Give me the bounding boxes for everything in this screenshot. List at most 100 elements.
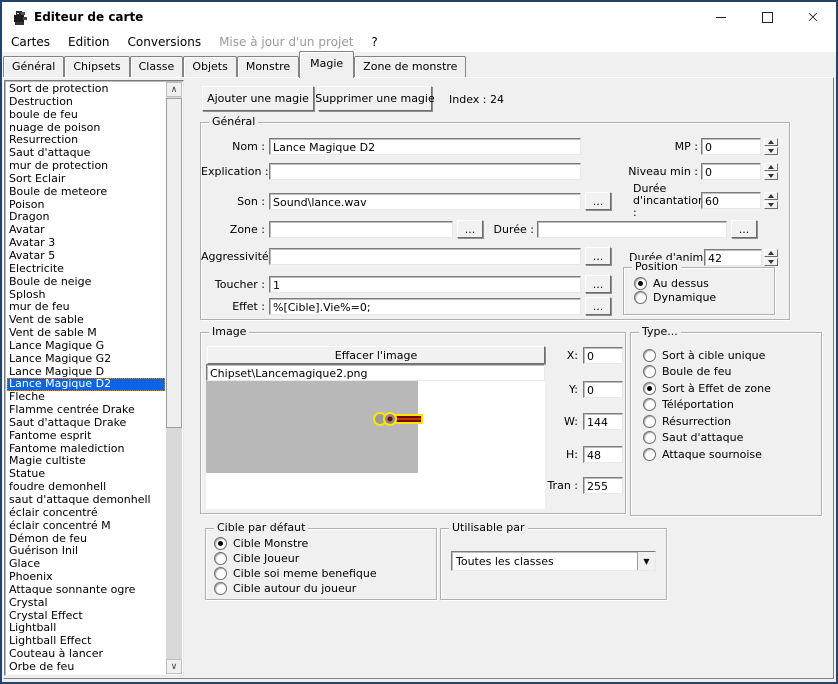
- mp-spinner[interactable]: [764, 138, 778, 155]
- list-item[interactable]: Attaque sonnante ogre: [7, 584, 165, 597]
- radio-option[interactable]: Résurrection: [643, 413, 817, 430]
- list-item[interactable]: Boule de meteore: [7, 186, 165, 199]
- list-item[interactable]: Magie cultiste: [7, 455, 165, 468]
- list-item[interactable]: Lightball Effect: [7, 635, 165, 648]
- list-item[interactable]: Lance Magique G: [7, 340, 165, 353]
- scroll-up-button[interactable]: ∧: [166, 82, 182, 97]
- list-item[interactable]: Démon de feu: [7, 533, 165, 546]
- list-item[interactable]: Sort Eclair: [7, 173, 165, 186]
- combo-dropdown-button[interactable]: ▼: [637, 552, 655, 570]
- list-item[interactable]: Boule de neige: [7, 276, 165, 289]
- clear-image-button[interactable]: Effacer l'image: [207, 346, 545, 364]
- zone-field[interactable]: [269, 221, 453, 238]
- list-item[interactable]: Saut d'attaque Drake: [7, 417, 165, 430]
- list-item[interactable]: boule de feu: [7, 109, 165, 122]
- list-item[interactable]: Orbe de feu: [7, 661, 165, 674]
- menu-item[interactable]: Edition: [59, 32, 119, 52]
- anim-spinner[interactable]: [764, 249, 778, 266]
- list-item[interactable]: nuage de poison: [7, 122, 165, 135]
- list-item[interactable]: Crystal: [7, 597, 165, 610]
- list-item[interactable]: éclair concentré: [7, 507, 165, 520]
- tab[interactable]: Magie: [299, 51, 354, 78]
- menu-item[interactable]: Mise à jour d'un projet: [210, 32, 362, 52]
- spin-down-icon[interactable]: [764, 258, 778, 266]
- image-path-field[interactable]: Chipset\Lancemagique2.png: [206, 364, 545, 381]
- menu-item[interactable]: ?: [362, 32, 386, 52]
- list-item[interactable]: Poison: [7, 199, 165, 212]
- list-item[interactable]: éclair concentré M: [7, 520, 165, 533]
- radio-option[interactable]: Cible autour du joueur: [214, 581, 432, 596]
- radio-option[interactable]: Cible Monstre: [214, 536, 432, 551]
- list-item[interactable]: Destruction: [7, 96, 165, 109]
- list-item[interactable]: Fantome esprit: [7, 430, 165, 443]
- list-item[interactable]: Couteau à lancer: [7, 648, 165, 661]
- scroll-down-button[interactable]: ∨: [166, 659, 182, 674]
- list-item[interactable]: Lance Magique D: [7, 366, 165, 379]
- tab[interactable]: Chipsets: [64, 56, 129, 77]
- radio-option[interactable]: Dynamique: [634, 290, 770, 304]
- incantation-field[interactable]: 60: [701, 192, 761, 209]
- effet-field[interactable]: %[Cible].Vie%=0;: [269, 298, 581, 315]
- list-item[interactable]: Electricite: [7, 263, 165, 276]
- list-item[interactable]: mur de protection: [7, 160, 165, 173]
- list-item[interactable]: Flamme centrée Drake: [7, 404, 165, 417]
- list-item[interactable]: Guérison Inil: [7, 545, 165, 558]
- tab[interactable]: Classe: [130, 56, 184, 77]
- radio-option[interactable]: Cible Joueur: [214, 551, 432, 566]
- radio-option[interactable]: Boule de feu: [643, 364, 817, 381]
- tran-field[interactable]: 255: [583, 477, 623, 494]
- radio-option[interactable]: Téléportation: [643, 397, 817, 414]
- list-item[interactable]: Resurrection: [7, 134, 165, 147]
- list-item[interactable]: Crystal Effect: [7, 610, 165, 623]
- list-item[interactable]: Lance Magique G2: [7, 353, 165, 366]
- list-item[interactable]: Avatar 5: [7, 250, 165, 263]
- list-item[interactable]: saut d'attaque demonhell: [7, 494, 165, 507]
- explication-field[interactable]: [269, 163, 581, 180]
- list-item[interactable]: Lance Magique D2: [7, 378, 165, 391]
- mp-field[interactable]: 0: [701, 138, 761, 155]
- toucher-browse-button[interactable]: ...: [585, 275, 611, 293]
- spin-down-icon[interactable]: [764, 172, 778, 180]
- list-item[interactable]: Vent de sable: [7, 314, 165, 327]
- duree-browse-button[interactable]: ...: [731, 220, 757, 238]
- list-item[interactable]: Sort de protection: [7, 83, 165, 96]
- radio-option[interactable]: Sort à Effet de zone: [643, 380, 817, 397]
- list-item[interactable]: Vent de sable M: [7, 327, 165, 340]
- son-browse-button[interactable]: ...: [585, 192, 611, 210]
- list-item[interactable]: Splosh: [7, 289, 165, 302]
- effet-browse-button[interactable]: ...: [585, 297, 611, 315]
- list-item[interactable]: Fantome malediction: [7, 443, 165, 456]
- class-combobox[interactable]: Toutes les classes ▼: [451, 551, 656, 571]
- aggressivite-browse-button[interactable]: ...: [585, 247, 611, 265]
- w-field[interactable]: 144: [583, 413, 623, 430]
- close-button[interactable]: ×: [790, 2, 836, 32]
- radio-option[interactable]: Au dessus: [634, 276, 770, 290]
- x-field[interactable]: 0: [583, 347, 623, 364]
- menu-item[interactable]: Conversions: [119, 32, 211, 52]
- menu-item[interactable]: Cartes: [2, 32, 59, 52]
- add-magic-button[interactable]: Ajouter une magie: [202, 86, 314, 111]
- list-item[interactable]: Fleche: [7, 391, 165, 404]
- scrollbar-thumb[interactable]: [166, 98, 182, 428]
- tab[interactable]: Zone de monstre: [354, 56, 466, 77]
- duree-field[interactable]: [537, 221, 727, 238]
- list-item[interactable]: Statue: [7, 468, 165, 481]
- maximize-button[interactable]: [744, 2, 790, 32]
- remove-magic-button[interactable]: Supprimer une magie: [318, 86, 432, 111]
- anim-field[interactable]: 42: [704, 249, 762, 266]
- list-item[interactable]: Avatar: [7, 224, 165, 237]
- list-item[interactable]: foudre demonhell: [7, 481, 165, 494]
- y-field[interactable]: 0: [583, 381, 623, 398]
- zone-browse-button[interactable]: ...: [457, 220, 483, 238]
- niveau-spinner[interactable]: [764, 163, 778, 180]
- list-item[interactable]: Saut d'attaque: [7, 147, 165, 160]
- spin-up-icon[interactable]: [764, 138, 778, 146]
- tab[interactable]: Objets: [183, 56, 237, 77]
- niveau-field[interactable]: 0: [701, 163, 761, 180]
- toucher-field[interactable]: 1: [269, 276, 581, 293]
- list-scrollbar[interactable]: ∧ ∨: [166, 82, 182, 674]
- son-field[interactable]: Sound\lance.wav: [269, 193, 581, 210]
- list-item[interactable]: Phoenix: [7, 571, 165, 584]
- spin-down-icon[interactable]: [764, 147, 778, 155]
- h-field[interactable]: 48: [583, 446, 623, 463]
